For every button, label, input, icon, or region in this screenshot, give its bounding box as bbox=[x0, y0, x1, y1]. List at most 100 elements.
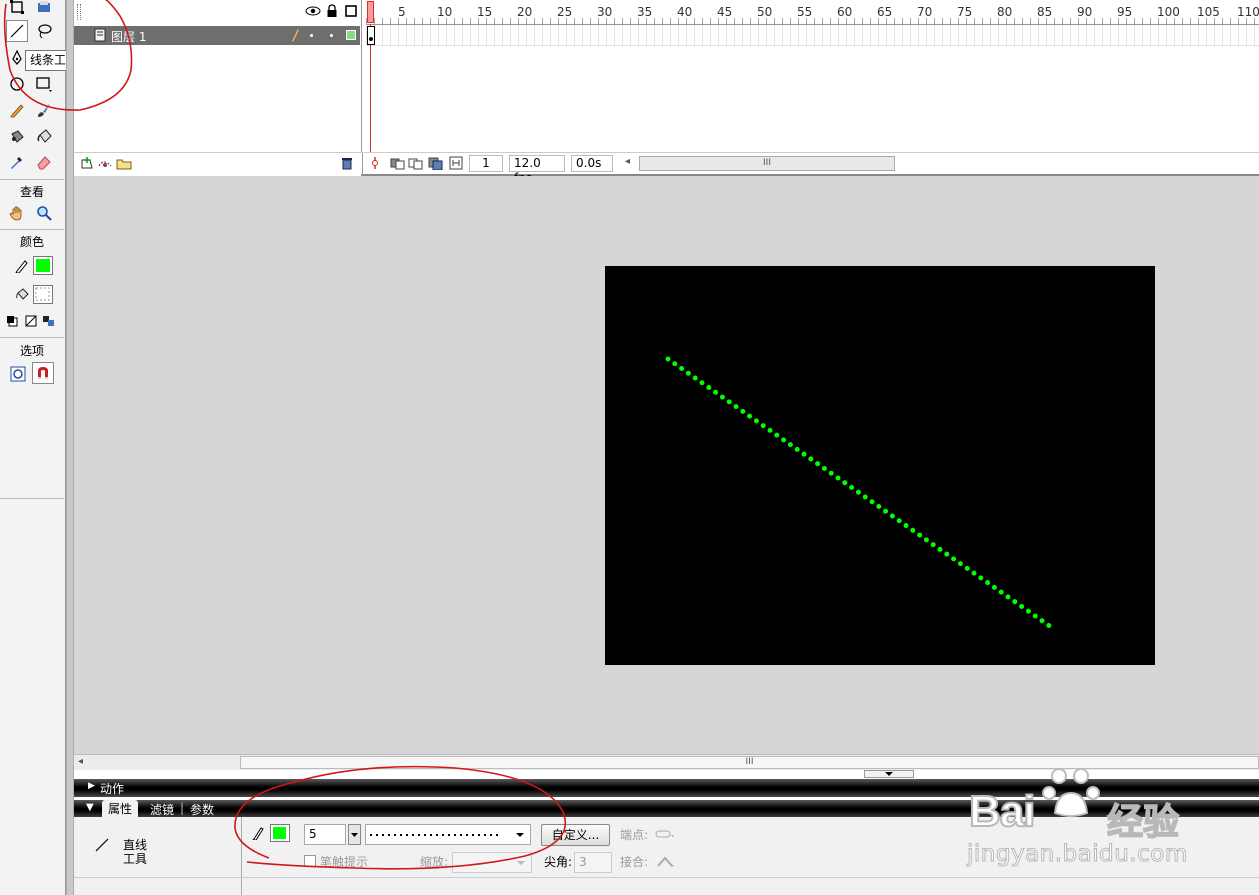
layer-row[interactable]: 图层 1 bbox=[74, 26, 360, 45]
lasso-icon[interactable] bbox=[33, 20, 55, 42]
lock-icon[interactable] bbox=[326, 4, 338, 21]
stroke-color-swatch[interactable] bbox=[33, 256, 53, 275]
add-guide-layer-icon[interactable] bbox=[97, 156, 113, 173]
frame-rate-field[interactable]: 12.0 fps bbox=[509, 155, 565, 185]
insert-layer-icon[interactable] bbox=[80, 156, 94, 173]
center-frame-icon[interactable] bbox=[370, 156, 380, 173]
line-tool-icon bbox=[94, 837, 110, 856]
join-label: 接合: bbox=[620, 855, 649, 869]
ruler-number: 40 bbox=[677, 5, 693, 19]
panel-collapse-handle[interactable] bbox=[864, 770, 914, 778]
eye-icon[interactable] bbox=[305, 4, 321, 21]
elapsed-time-field: 0.0s bbox=[571, 155, 613, 172]
ink-bottle-icon[interactable] bbox=[6, 125, 28, 147]
object-drawing-icon[interactable] bbox=[7, 363, 29, 385]
scroll-left-arrow[interactable]: ◂ bbox=[625, 156, 630, 167]
paw-logo-icon bbox=[1042, 768, 1100, 817]
stroke-height-field[interactable]: 5 bbox=[304, 824, 346, 845]
no-color-icon[interactable] bbox=[23, 310, 39, 332]
modify-onion-markers-icon[interactable] bbox=[449, 156, 463, 173]
lock-dot[interactable] bbox=[330, 34, 333, 37]
ruler-number: 55 bbox=[797, 5, 813, 19]
separator bbox=[0, 229, 64, 230]
visibility-dot[interactable] bbox=[310, 34, 313, 37]
eyedropper-icon[interactable] bbox=[6, 151, 28, 173]
free-transform-icon[interactable] bbox=[6, 0, 28, 18]
stroke-height-dropdown[interactable] bbox=[348, 824, 361, 845]
trash-icon[interactable] bbox=[340, 156, 354, 173]
timeline-footer: 1 12.0 fps 0.0s ◂ III bbox=[74, 152, 1259, 185]
stroke-hinting-checkbox[interactable] bbox=[304, 855, 316, 867]
cap-style-icon[interactable] bbox=[654, 828, 674, 842]
join-style-icon[interactable] bbox=[656, 854, 676, 871]
separator bbox=[362, 153, 363, 175]
onion-outline-icon[interactable] bbox=[408, 156, 424, 173]
work-area[interactable] bbox=[74, 176, 1259, 754]
stage[interactable] bbox=[605, 266, 1155, 665]
edit-multiple-frames-icon[interactable] bbox=[428, 156, 444, 173]
scroll-left-arrow[interactable]: ◂ bbox=[78, 756, 83, 767]
view-label: 查看 bbox=[19, 185, 44, 199]
fill-color-bucket-icon bbox=[11, 283, 33, 305]
oval-icon[interactable] bbox=[6, 73, 28, 95]
ruler-number: 50 bbox=[757, 5, 773, 19]
ruler-number: 5 bbox=[398, 5, 406, 19]
black-white-icon[interactable] bbox=[4, 310, 20, 332]
ruler-number: 95 bbox=[1117, 5, 1133, 19]
ruler-number: 100 bbox=[1157, 5, 1180, 19]
separator bbox=[0, 498, 64, 499]
eraser-icon[interactable] bbox=[33, 151, 55, 173]
stroke-hinting-label: 笔触提示 bbox=[320, 855, 369, 869]
stroke-color-button[interactable] bbox=[270, 824, 290, 842]
outline-icon[interactable] bbox=[345, 5, 357, 20]
miter-field[interactable]: 3 bbox=[574, 852, 612, 873]
onion-skin-icon[interactable] bbox=[390, 156, 406, 173]
swap-colors-icon[interactable] bbox=[40, 310, 58, 332]
snap-to-objects-icon[interactable] bbox=[32, 362, 54, 384]
paint-bucket-icon[interactable] bbox=[33, 125, 55, 147]
ruler-number: 45 bbox=[717, 5, 733, 19]
stroke-color-pencil-icon bbox=[11, 255, 33, 277]
ruler-number: 60 bbox=[837, 5, 853, 19]
tools-panel: 线条工具 (N) 查看 颜色 bbox=[0, 0, 106, 895]
ruler-number: 30 bbox=[597, 5, 613, 19]
custom-stroke-button[interactable]: 自定义... bbox=[541, 824, 610, 846]
tab-properties[interactable]: 属性 bbox=[102, 800, 139, 818]
rectangle-icon[interactable] bbox=[33, 73, 55, 95]
insert-folder-icon[interactable] bbox=[116, 156, 132, 173]
scale-select[interactable] bbox=[452, 852, 532, 873]
zoom-icon[interactable] bbox=[33, 202, 55, 224]
timeline-scrollbar[interactable]: III bbox=[639, 156, 895, 171]
tab-filters[interactable]: 滤镜 bbox=[150, 801, 174, 818]
line-icon[interactable] bbox=[6, 20, 28, 42]
playhead[interactable] bbox=[367, 1, 374, 23]
ruler-number: 10 bbox=[437, 5, 453, 19]
separator bbox=[241, 817, 242, 895]
gradient-transform-icon[interactable] bbox=[33, 0, 55, 18]
collapse-arrow-icon[interactable]: ▼ bbox=[86, 802, 94, 813]
stroke-pencil-icon bbox=[251, 826, 264, 843]
ruler-number: 35 bbox=[637, 5, 653, 19]
frame-area[interactable]: 1 5 10 15 20 25 30 35 40 45 50 55 60 65 … bbox=[366, 0, 1259, 176]
cap-label: 端点: bbox=[620, 828, 649, 842]
layer-outline-color[interactable] bbox=[346, 30, 356, 40]
keyframe[interactable] bbox=[367, 26, 375, 45]
expand-arrow-icon: ▶ bbox=[88, 781, 95, 791]
separator bbox=[0, 337, 64, 338]
tab-params[interactable]: 参数 bbox=[190, 801, 214, 818]
ruler-number: 90 bbox=[1077, 5, 1093, 19]
dotted-green-line[interactable] bbox=[605, 266, 1155, 665]
layer-name[interactable]: 图层 1 bbox=[111, 28, 146, 45]
timeline-panel: 图层 1 1 5 10 15 bbox=[74, 0, 1259, 185]
panel-divider[interactable] bbox=[66, 0, 74, 895]
ruler-number: 105 bbox=[1197, 5, 1220, 19]
stroke-style-select[interactable] bbox=[365, 824, 531, 845]
timeline-grip[interactable] bbox=[77, 4, 81, 20]
hand-icon[interactable] bbox=[6, 202, 28, 224]
ruler-number: 85 bbox=[1037, 5, 1053, 19]
fill-color-swatch[interactable] bbox=[33, 285, 53, 304]
layer-icon bbox=[94, 28, 106, 45]
pencil-icon[interactable] bbox=[6, 99, 28, 121]
brush-icon[interactable] bbox=[33, 99, 55, 121]
scale-label: 缩放: bbox=[420, 855, 449, 869]
